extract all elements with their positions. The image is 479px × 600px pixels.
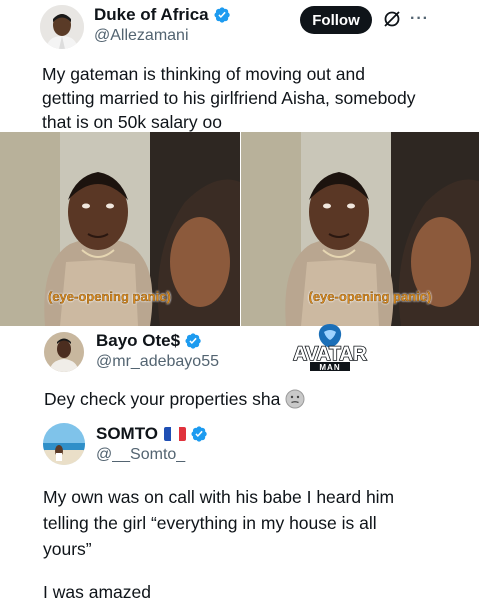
reply1-handle[interactable]: @mr_adebayo55: [96, 353, 219, 371]
tweet-text-line: getting married to his girlfriend Aisha,…: [42, 88, 416, 108]
france-flag-emoji: [164, 427, 187, 441]
reply2-text-line: My own was on call with his babe I heard…: [43, 487, 395, 507]
watermark-sub: MAN: [319, 363, 340, 372]
tweet-header: Duke of Africa @Allezamani Follow ···: [0, 0, 479, 56]
grok-icon[interactable]: [382, 9, 402, 29]
reply2-text-after: I was amazed: [43, 582, 151, 600]
verified-badge-icon: [185, 333, 201, 349]
tweet-text-line: My gateman is thinking of moving out and: [42, 64, 365, 84]
meme-caption-right: (eye-opening panic): [308, 289, 432, 304]
more-options-icon[interactable]: ···: [410, 10, 429, 28]
reply2-name-row[interactable]: SOMTO: [96, 424, 208, 444]
reply1-name-row[interactable]: Bayo Ote$: [96, 331, 202, 351]
reply2-text-line: telling the girl “everything in my house…: [43, 513, 377, 533]
reply2-handle[interactable]: @__Somto_: [96, 446, 185, 464]
reply2-text: My own was on call with his babe I heard…: [43, 484, 473, 562]
reply1-display-name[interactable]: Bayo Ote$: [96, 331, 180, 351]
author-display-name[interactable]: Duke of Africa: [94, 5, 209, 25]
watermark-word: AVATAR: [293, 344, 367, 365]
avatar-somto[interactable]: [43, 423, 85, 465]
tweet-text: My gateman is thinking of moving out and…: [42, 62, 472, 134]
media-frame-left[interactable]: (eye-opening panic): [0, 132, 240, 326]
verified-badge-icon: [214, 7, 230, 23]
reply1-text-content: Dey check your properties sha: [44, 389, 281, 409]
meme-caption-left: (eye-opening panic): [48, 289, 171, 304]
author-name-row[interactable]: Duke of Africa: [94, 5, 231, 25]
media-frame-right[interactable]: (eye-opening panic): [239, 132, 479, 326]
reply2-display-name[interactable]: SOMTO: [96, 424, 158, 444]
avatar-man-logo: AVATAR MAN: [292, 324, 368, 372]
verified-badge-icon: [191, 426, 207, 442]
tweet-text-line: that is on 50k salary oo: [42, 112, 222, 132]
reply2-text-line: yours”: [43, 539, 92, 559]
thinking-face-emoji: [285, 389, 305, 409]
tweet-media[interactable]: (eye-opening panic) (eye-opening panic): [0, 132, 479, 326]
follow-button[interactable]: Follow: [300, 6, 372, 34]
avatar-duke-of-africa[interactable]: [40, 5, 84, 49]
avatar-bayo-ote[interactable]: [44, 332, 84, 372]
author-handle[interactable]: @Allezamani: [94, 27, 189, 45]
reply1-text: Dey check your properties sha: [44, 387, 464, 411]
